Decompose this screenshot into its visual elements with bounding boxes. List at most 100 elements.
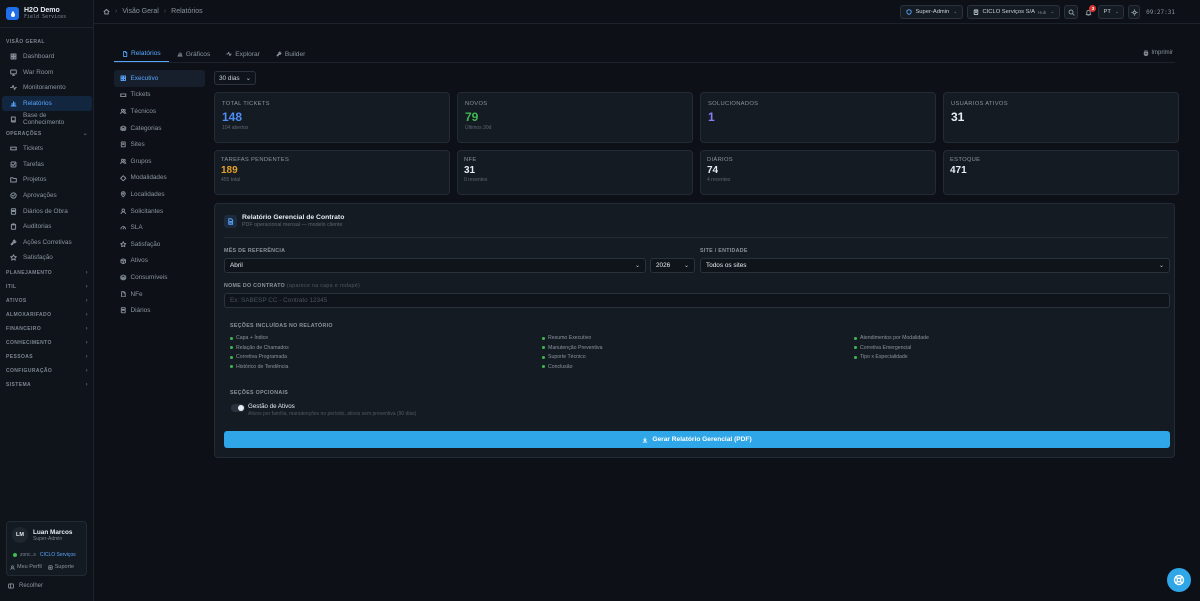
subnav-item-solicitantes[interactable]: Solicitantes xyxy=(114,203,205,220)
kpi-card-tarefas-pendentes[interactable]: TAREFAS PENDENTES 189 455 total xyxy=(214,150,450,195)
tab-relatorios[interactable]: Relatórios xyxy=(114,46,169,62)
contract-name-input[interactable]: Ex: SABESP CC - Contrato 12345 xyxy=(224,293,1170,308)
sidebar-item-dashboard[interactable]: Dashboard xyxy=(2,49,92,65)
sidebar-item-aprovacoes[interactable]: Aprovações xyxy=(2,188,92,204)
kpi-label: NFE xyxy=(464,157,477,163)
role-selector[interactable]: Super-Admin ⌄ xyxy=(900,5,964,19)
section-label-ativos[interactable]: ATIVOS › xyxy=(0,294,94,308)
sidebar-item-diarios-de-obra[interactable]: Diários de Obra xyxy=(2,203,92,219)
section-label-financeiro[interactable]: FINANCEIRO › xyxy=(0,322,94,336)
notifications-button[interactable]: 3 xyxy=(1082,5,1097,19)
sidebar-item-tickets[interactable]: Tickets xyxy=(2,141,92,157)
report-tabs: Relatórios Gráficos Explorar Builder xyxy=(114,46,313,63)
section-label-itil[interactable]: ITIL › xyxy=(0,280,94,294)
search-button[interactable] xyxy=(1064,5,1079,19)
subnav-item-tickets[interactable]: Tickets xyxy=(114,87,205,104)
sidebar-item-base-de-conhecimento[interactable]: Base de Conhecimento xyxy=(2,111,92,127)
sidebar-item-monitoramento[interactable]: Monitoramento xyxy=(2,80,92,96)
subnav-item-nfe[interactable]: NFe xyxy=(114,286,205,303)
section-label-operacoes[interactable]: OPERAÇÕES ⌄ xyxy=(0,127,94,141)
subnav-item-satisfacao[interactable]: Satisfação xyxy=(114,236,205,253)
sidebar-item-relatorios[interactable]: Relatórios xyxy=(2,95,92,112)
chevron-down-icon: ⌄ xyxy=(634,263,640,269)
kpi-card-novos[interactable]: NOVOS 79 Últimos 30d xyxy=(457,92,693,143)
kpi-card-nfe[interactable]: NFE 31 0 recentes xyxy=(457,150,693,195)
breadcrumb-item-visao-geral[interactable]: Visão Geral xyxy=(122,8,158,15)
month-select[interactable]: Abril ⌄ xyxy=(224,258,646,273)
subnav-item-categorias[interactable]: Categorias xyxy=(114,120,205,137)
home-icon[interactable] xyxy=(103,8,110,15)
generate-report-button[interactable]: Gerar Relatório Gerencial (PDF) xyxy=(224,431,1170,448)
building-icon xyxy=(974,9,979,15)
sidebar-item-satisfacao[interactable]: Satisfação xyxy=(2,250,92,266)
bullet-dot xyxy=(854,355,857,359)
site-select[interactable]: Todos os sites ⌄ xyxy=(700,258,1170,273)
bar-chart-icon xyxy=(177,52,183,57)
support-link[interactable]: Suporte xyxy=(48,564,74,570)
bar-chart-icon xyxy=(10,101,17,107)
chevron-right-icon: › xyxy=(85,283,88,290)
support-icon xyxy=(48,564,53,570)
book-icon xyxy=(10,116,16,123)
bullet-dot xyxy=(542,355,545,359)
section-label-pessoas[interactable]: PESSOAS › xyxy=(0,350,94,364)
subnav-item-tecnicos[interactable]: Técnicos xyxy=(114,103,205,120)
subnav-item-executivo[interactable]: Executivo xyxy=(114,70,205,87)
printer-icon xyxy=(1144,50,1149,56)
report-subnav: Executivo Tickets Técnicos Categorias Sites G… xyxy=(114,70,205,319)
help-button[interactable] xyxy=(1167,568,1191,592)
sidebar-item-projetos[interactable]: Projetos xyxy=(2,172,92,188)
kpi-card-diarios[interactable]: DIÁRIOS 74 4 recentes xyxy=(700,150,936,195)
section-label-planejamento[interactable]: PLANEJAMENTO › xyxy=(0,266,94,280)
user-card: LM Luan Marcos Super-Admin zonc..s CICLO… xyxy=(6,521,87,576)
kpi-value: 31 xyxy=(464,165,476,176)
kpi-card-solucionados[interactable]: SOLUCIONADOS 1 xyxy=(700,92,936,143)
print-button[interactable]: Imprimir xyxy=(1143,50,1173,56)
avatar[interactable]: LM xyxy=(12,527,28,543)
sidebar-item-war-room[interactable]: War Room xyxy=(2,65,92,81)
subnav-item-diarios[interactable]: Diários xyxy=(114,302,205,319)
tab-graficos[interactable]: Gráficos xyxy=(169,46,219,62)
org-tag: Hub xyxy=(1038,9,1047,15)
kpi-label: SOLUCIONADOS xyxy=(708,101,759,107)
brand[interactable]: H2O Demo Field Services xyxy=(0,0,93,28)
period-select[interactable]: 30 dias ⌄ xyxy=(214,71,256,85)
asset-management-toggle[interactable] xyxy=(231,404,245,412)
contract-hint: (aparece na capa e rodapé) xyxy=(286,283,361,289)
org-selector[interactable]: CICLO Serviços S/A Hub ⌄ xyxy=(967,5,1061,19)
kpi-subtext: Últimos 30d xyxy=(465,125,492,131)
subnav-item-sites[interactable]: Sites xyxy=(114,136,205,153)
section-label-sistema[interactable]: SISTEMA › xyxy=(0,378,94,392)
tab-explorar[interactable]: Explorar xyxy=(218,46,268,62)
sidebar-item-tarefas[interactable]: Tarefas xyxy=(2,157,92,173)
section-label-conhecimento[interactable]: CONHECIMENTO › xyxy=(0,336,94,350)
included-section-item: Capa + Índice xyxy=(230,335,268,341)
my-profile-link[interactable]: Meu Perfil xyxy=(10,564,42,570)
tab-builder[interactable]: Builder xyxy=(268,46,314,62)
subnav-item-modalidades[interactable]: Modalidades xyxy=(114,170,205,187)
kpi-card-total-tickets[interactable]: TOTAL TICKETS 148 104 abertos xyxy=(214,92,450,143)
section-label-visao-geral: VISÃO GERAL xyxy=(6,39,45,45)
sidebar-item-acoes-corretivas[interactable]: Ações Corretivas xyxy=(2,235,92,251)
year-select[interactable]: 2026 ⌄ xyxy=(650,258,695,273)
subnav-item-ativos[interactable]: Ativos xyxy=(114,253,205,270)
language-selector[interactable]: PT ⌄ xyxy=(1098,5,1125,19)
user-org-link[interactable]: CICLO Serviços xyxy=(40,552,76,558)
section-label-configuracao[interactable]: CONFIGURAÇÃO › xyxy=(0,364,94,378)
sidebar-item-auditorias[interactable]: Auditorias xyxy=(2,219,92,235)
subnav-item-consumiveis[interactable]: Consumíveis xyxy=(114,269,205,286)
bullet-dot xyxy=(542,336,545,340)
included-section-item: Corretiva Programada xyxy=(230,354,287,360)
help-icon xyxy=(1173,574,1185,586)
theme-toggle-button[interactable] xyxy=(1128,5,1141,19)
collapse-sidebar-button[interactable]: Recolher xyxy=(8,583,43,589)
kpi-card-estoque[interactable]: ESTOQUE 471 xyxy=(943,150,1179,195)
wrench-icon xyxy=(276,51,282,57)
kpi-card-usuarios-ativos[interactable]: USUÁRIOS ATIVOS 31 xyxy=(943,92,1179,143)
subnav-item-grupos[interactable]: Grupos xyxy=(114,153,205,170)
included-section-item: Tipo x Especialidade xyxy=(854,354,908,360)
section-label-almoxarifado[interactable]: ALMOXARIFADO › xyxy=(0,308,94,322)
subnav-item-localidades[interactable]: Localidades xyxy=(114,186,205,203)
kpi-value: 471 xyxy=(950,165,967,176)
subnav-item-sla[interactable]: SLA xyxy=(114,219,205,236)
